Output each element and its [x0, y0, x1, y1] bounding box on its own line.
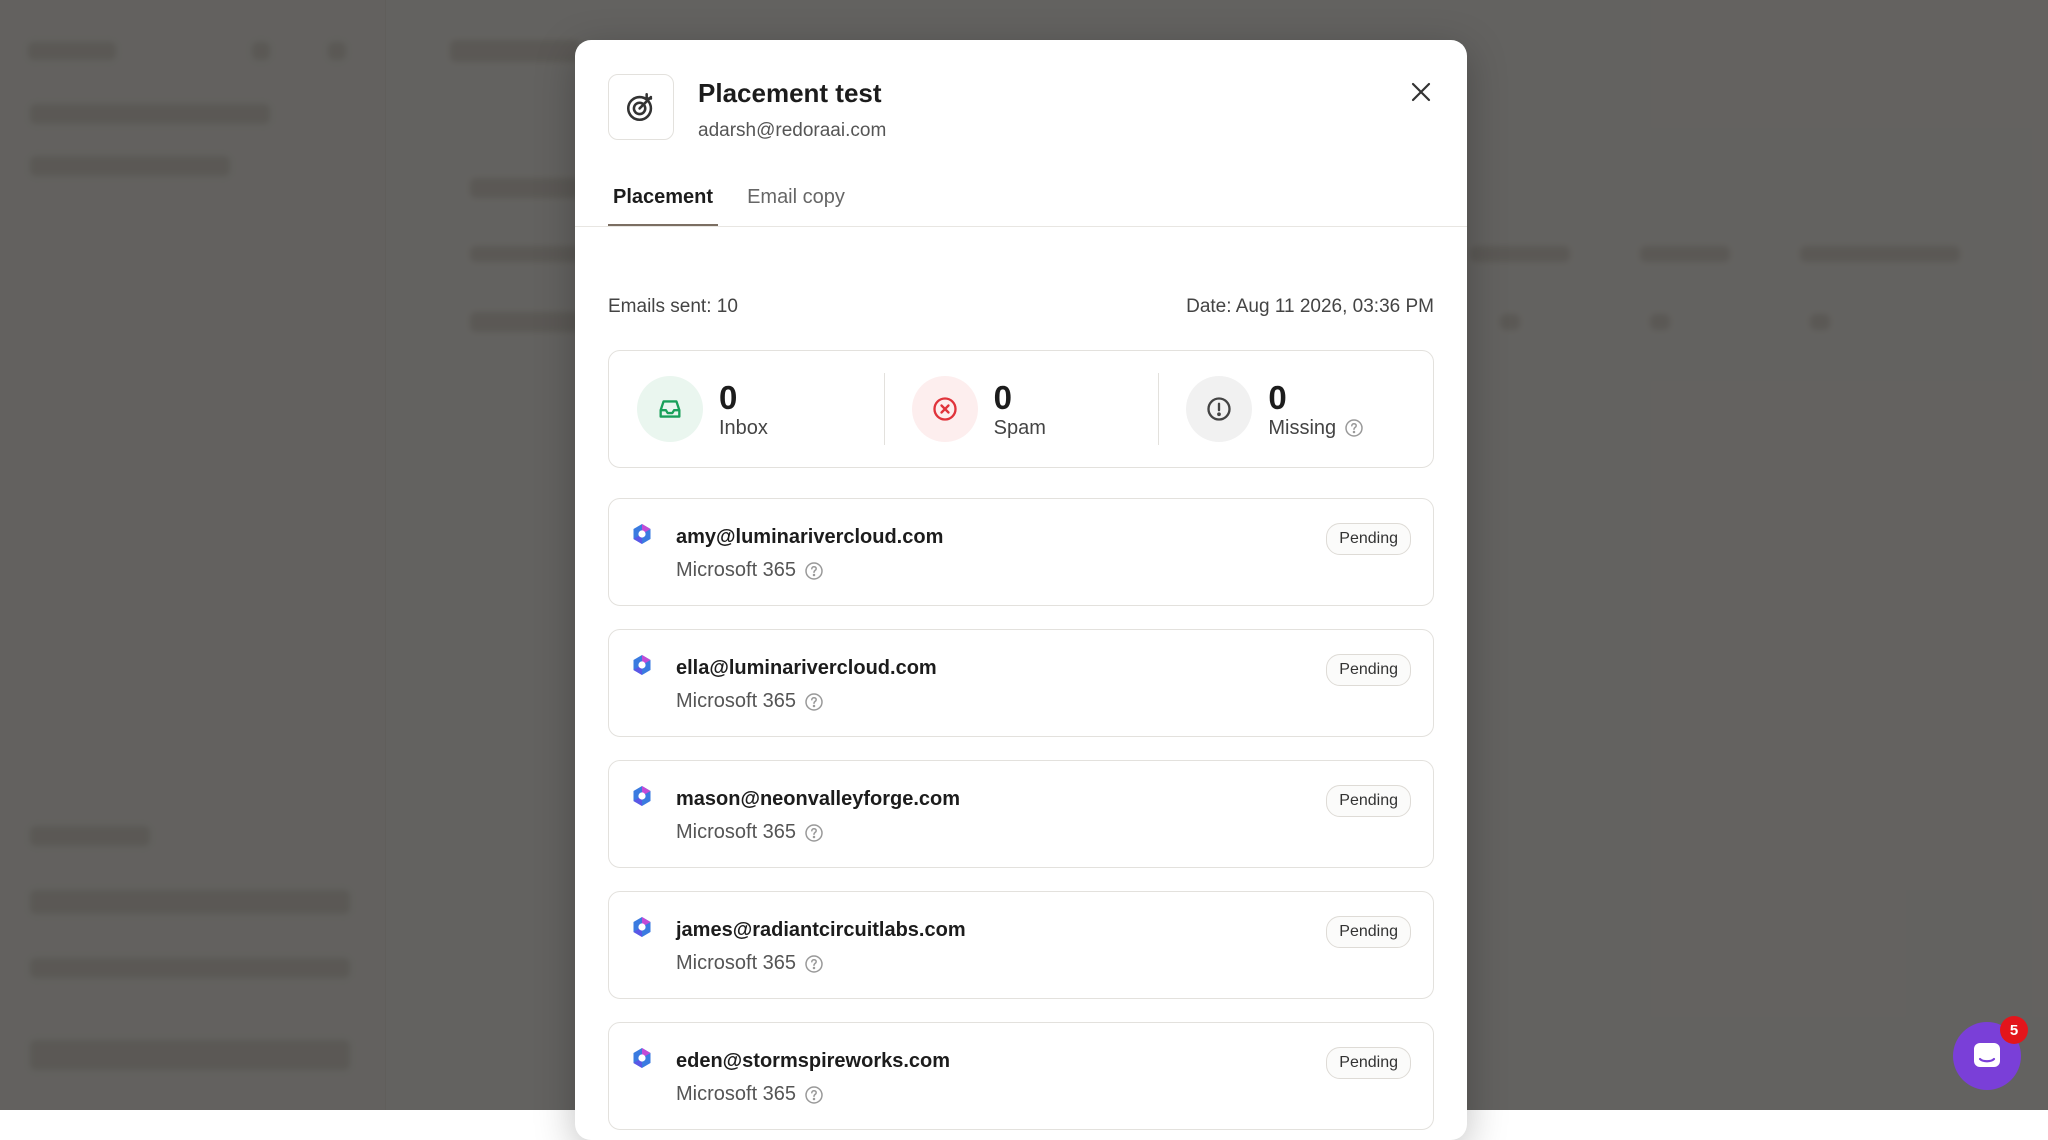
missing-count: 0: [1268, 378, 1287, 416]
provider-label: Microsoft 365: [676, 952, 797, 974]
chat-icon: [1974, 1043, 2000, 1067]
list-item: ella@luminarivercloud.com Microsoft 365 …: [608, 629, 1434, 737]
stat-inbox: 0 Inbox: [609, 373, 884, 445]
modal-title: Placement test: [698, 78, 882, 108]
spam-label: Spam: [993, 416, 1046, 439]
modal-header: Placement test adarsh@redoraai.com: [575, 40, 1467, 170]
stat-missing: 0 Missing: [1158, 373, 1433, 445]
status-badge: Pending: [1326, 654, 1411, 686]
provider-label: Microsoft 365: [676, 1083, 797, 1105]
x-circle-icon: [911, 376, 978, 442]
help-circle-icon[interactable]: [804, 823, 824, 843]
placement-test-modal: Placement test adarsh@redoraai.com Place…: [575, 40, 1467, 1140]
seed-email: eden@stormspireworks.com: [676, 1050, 951, 1072]
test-date: Date: Aug 11 2026, 03:36 PM: [1186, 296, 1434, 317]
tab-placement[interactable]: Placement: [608, 170, 719, 227]
target-icon: [608, 74, 674, 140]
modal-subtitle: adarsh@redoraai.com: [698, 120, 887, 141]
seed-email: amy@luminarivercloud.com: [676, 526, 944, 548]
chat-unread-badge: 5: [2000, 1016, 2028, 1044]
provider-label: Microsoft 365: [676, 559, 797, 581]
list-item: james@radiantcircuitlabs.com Microsoft 3…: [608, 891, 1434, 999]
stat-spam: 0 Spam: [883, 373, 1159, 445]
help-circle-icon[interactable]: [1344, 418, 1364, 438]
list-item: amy@luminarivercloud.com Microsoft 365 P…: [608, 498, 1434, 606]
inbox-count: 0: [719, 378, 738, 416]
meta-row: Emails sent: 10 Date: Aug 11 2026, 03:36…: [608, 296, 1434, 318]
close-icon: [1411, 82, 1431, 102]
tab-bar: Placement Email copy: [608, 170, 1467, 227]
seed-email: mason@neonvalleyforge.com: [676, 788, 961, 810]
microsoft-365-icon: [633, 655, 651, 675]
inbox-label: Inbox: [719, 416, 768, 439]
microsoft-365-icon: [633, 1048, 651, 1068]
seed-account-list: amy@luminarivercloud.com Microsoft 365 P…: [608, 498, 1434, 1140]
missing-label: Missing: [1268, 416, 1337, 439]
help-circle-icon[interactable]: [804, 692, 824, 712]
list-item: mason@neonvalleyforge.com Microsoft 365 …: [608, 760, 1434, 868]
tab-email-copy[interactable]: Email copy: [742, 170, 850, 224]
tabs-divider: [575, 226, 1467, 227]
list-item: eden@stormspireworks.com Microsoft 365 P…: [608, 1022, 1434, 1130]
provider-label: Microsoft 365: [676, 690, 797, 712]
spam-count: 0: [993, 378, 1013, 416]
seed-email: james@radiantcircuitlabs.com: [676, 919, 966, 941]
provider-label: Microsoft 365: [676, 821, 797, 843]
microsoft-365-icon: [633, 917, 651, 937]
inbox-icon: [637, 376, 703, 442]
alert-circle-icon: [1186, 376, 1253, 442]
microsoft-365-icon: [633, 524, 651, 544]
status-badge: Pending: [1326, 523, 1411, 555]
status-badge: Pending: [1326, 916, 1411, 948]
microsoft-365-icon: [633, 786, 651, 806]
emails-sent: Emails sent: 10: [608, 296, 738, 317]
close-button[interactable]: [1403, 74, 1439, 110]
status-badge: Pending: [1326, 1047, 1411, 1079]
placement-stats: 0 Inbox 0 Spam 0 Missing: [608, 350, 1434, 468]
help-circle-icon[interactable]: [804, 561, 824, 581]
help-circle-icon[interactable]: [804, 954, 824, 974]
help-circle-icon[interactable]: [804, 1085, 824, 1105]
seed-email: ella@luminarivercloud.com: [676, 657, 937, 679]
status-badge: Pending: [1326, 785, 1411, 817]
